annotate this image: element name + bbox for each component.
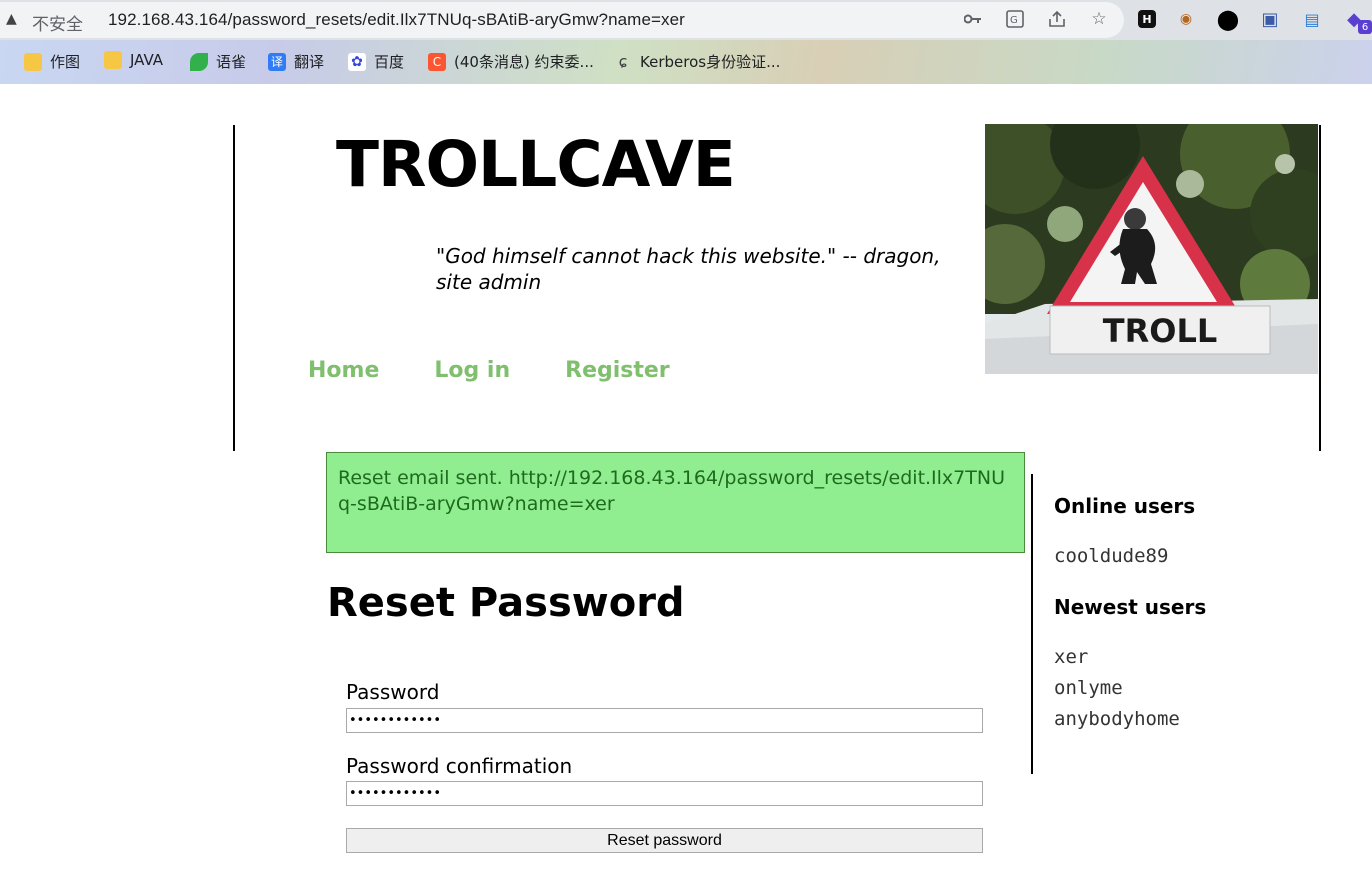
site-title: TROLLCAVE xyxy=(336,128,736,201)
bookmark-item[interactable]: 语雀 xyxy=(190,51,246,72)
nav-login-link[interactable]: Log in xyxy=(434,358,510,383)
star-icon[interactable]: ☆ xyxy=(1088,8,1110,30)
password-confirmation-label: Password confirmation xyxy=(346,754,573,778)
baidu-icon: ✿ xyxy=(348,52,366,71)
extension-h-icon[interactable]: H xyxy=(1138,10,1156,28)
reset-password-button[interactable]: Reset password xyxy=(346,828,983,853)
troll-sign-text: TROLL xyxy=(1103,312,1217,350)
svg-text:G: G xyxy=(1010,15,1018,26)
bookmark-item[interactable]: ɕ Kerberos身份验证... xyxy=(614,51,781,72)
troll-sign-image: TROLL xyxy=(985,124,1318,374)
page-title: Reset Password xyxy=(327,580,685,626)
site-tagline: "God himself cannot hack this website." … xyxy=(436,244,941,294)
folder-icon xyxy=(104,51,122,69)
bookmark-item[interactable]: 作图 xyxy=(24,51,80,72)
reset-email-notice: Reset email sent. http://192.168.43.164/… xyxy=(326,452,1025,553)
bookmark-item[interactable]: JAVA xyxy=(104,51,163,69)
address-bar[interactable]: ▲ 不安全 192.168.43.164/password_resets/edi… xyxy=(0,2,1124,38)
kerberos-icon: ɕ xyxy=(618,52,628,71)
security-label[interactable]: 不安全 xyxy=(32,10,83,35)
newest-users-heading: Newest users xyxy=(1054,595,1207,619)
csdn-icon: C xyxy=(428,52,446,71)
header-border-right xyxy=(1319,125,1321,451)
bookmark-item[interactable]: C (40条消息) 约束委... xyxy=(428,51,594,72)
newest-user-item[interactable]: xer xyxy=(1054,646,1088,668)
online-users-heading: Online users xyxy=(1054,494,1196,518)
key-icon[interactable] xyxy=(962,8,984,30)
newest-user-item[interactable]: anybodyhome xyxy=(1054,708,1180,730)
url-text[interactable]: 192.168.43.164/password_resets/edit.Ilx7… xyxy=(108,10,685,30)
translate-page-icon[interactable]: G xyxy=(1004,8,1026,30)
extension-owl-icon[interactable]: ◉ xyxy=(1174,6,1198,32)
header-border-left xyxy=(233,125,235,451)
online-user-item[interactable]: cooldude89 xyxy=(1054,545,1168,567)
bookmark-item[interactable]: ✿ 百度 xyxy=(348,51,404,72)
password-label: Password xyxy=(346,680,440,704)
bookmarks-bar: 作图 JAVA 语雀 译翻译 ✿ 百度 C (40条消息) 约束委... ɕ Kerb… xyxy=(0,40,1372,84)
main-nav: Home Log in Register xyxy=(308,358,670,383)
warning-icon: ▲ xyxy=(6,11,17,27)
folder-icon xyxy=(24,52,42,71)
password-confirmation-input[interactable]: •••••••••••• xyxy=(346,781,983,806)
extension-save-icon[interactable]: ▣ xyxy=(1258,6,1282,32)
bookmark-item[interactable]: 译翻译 xyxy=(268,51,324,72)
translate-icon: 译 xyxy=(268,52,286,71)
share-icon[interactable] xyxy=(1046,8,1068,30)
password-input[interactable]: •••••••••••• xyxy=(346,708,983,733)
nav-home-link[interactable]: Home xyxy=(308,358,379,383)
browser-toolbar: ▲ 不安全 192.168.43.164/password_resets/edi… xyxy=(0,0,1372,40)
extension-badge-icon[interactable]: ◆ 6 xyxy=(1342,6,1372,34)
sidebar-border xyxy=(1031,474,1033,774)
extension-file-icon[interactable]: ▤ xyxy=(1300,6,1324,32)
newest-user-item[interactable]: onlyme xyxy=(1054,677,1123,699)
extension-ring-icon[interactable]: ⬤ xyxy=(1216,6,1240,32)
nav-register-link[interactable]: Register xyxy=(565,358,670,383)
yuque-icon xyxy=(190,52,208,71)
